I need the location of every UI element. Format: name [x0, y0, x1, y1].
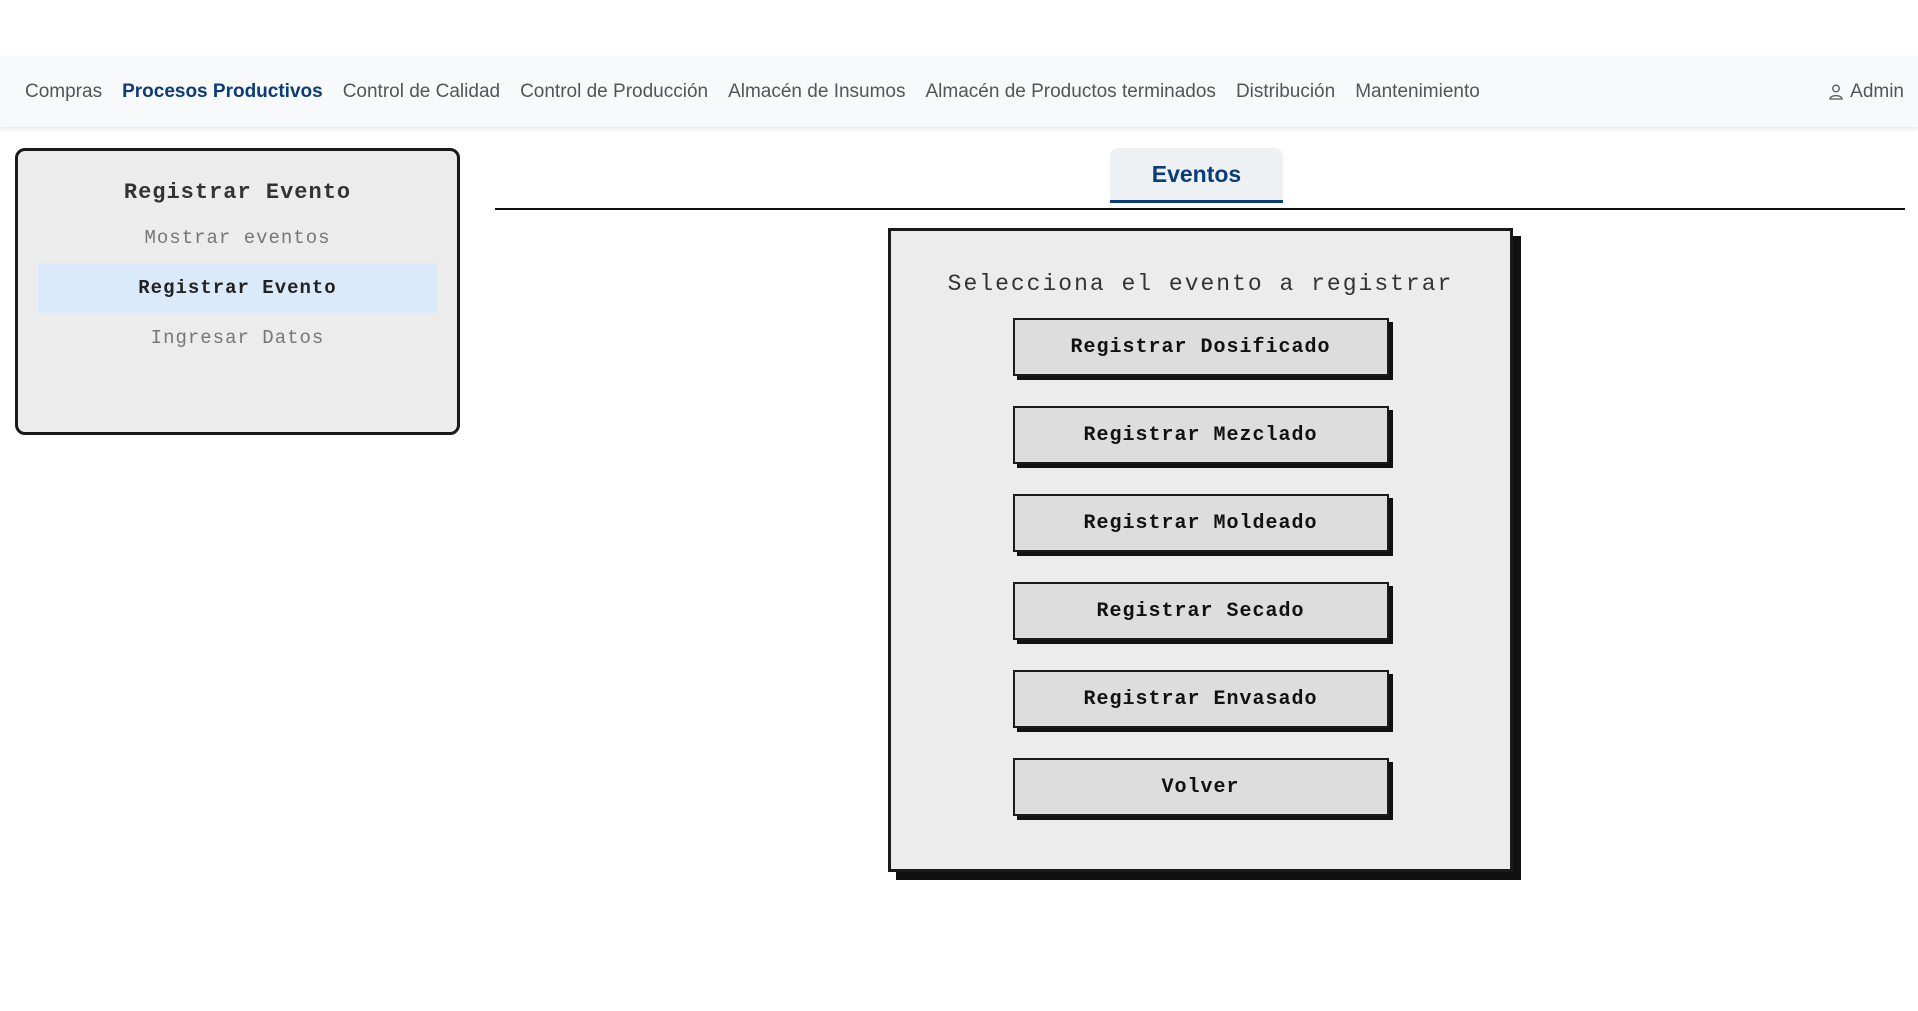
nav-item-mantenimiento[interactable]: Mantenimiento [1355, 81, 1480, 103]
nav-item-compras[interactable]: Compras [25, 81, 102, 103]
sidebar-item-ingresar-datos[interactable]: Ingresar Datos [38, 313, 437, 363]
user-name: Admin [1850, 80, 1904, 102]
nav-item-almacen-productos-terminados[interactable]: Almacén de Productos terminados [926, 81, 1216, 103]
registrar-secado-button[interactable]: Registrar Secado [1012, 582, 1389, 640]
volver-button[interactable]: Volver [1012, 758, 1389, 816]
sidebar: Registrar Evento Mostrar eventos Registr… [15, 148, 460, 435]
user-icon [1829, 84, 1843, 100]
registrar-moldeado-button[interactable]: Registrar Moldeado [1012, 494, 1389, 552]
nav-item-procesos-productivos[interactable]: Procesos Productivos [122, 81, 323, 103]
panel-title: Selecciona el evento a registrar [947, 271, 1454, 297]
nav-item-control-calidad[interactable]: Control de Calidad [343, 81, 500, 103]
sidebar-title: Registrar Evento [123, 180, 352, 205]
nav-item-distribucion[interactable]: Distribución [1236, 81, 1335, 103]
event-selection-panel: Selecciona el evento a registrar Registr… [888, 228, 1513, 872]
top-navbar: Compras Procesos Productivos Control de … [0, 56, 1918, 127]
user-menu[interactable]: Admin [1829, 56, 1904, 127]
registrar-envasado-button[interactable]: Registrar Envasado [1012, 670, 1389, 728]
event-button-list: Registrar Dosificado Registrar Mezclado … [891, 318, 1510, 846]
sidebar-item-registrar-evento[interactable]: Registrar Evento [38, 263, 437, 313]
registrar-dosificado-button[interactable]: Registrar Dosificado [1012, 318, 1389, 376]
tab-bar: Eventos [495, 148, 1905, 210]
registrar-mezclado-button[interactable]: Registrar Mezclado [1012, 406, 1389, 464]
sidebar-item-mostrar-eventos[interactable]: Mostrar eventos [38, 213, 437, 263]
nav-item-control-produccion[interactable]: Control de Producción [520, 81, 708, 103]
nav-menu: Compras Procesos Productivos Control de … [0, 81, 1500, 103]
nav-item-almacen-insumos[interactable]: Almacén de Insumos [728, 81, 905, 103]
tab-eventos[interactable]: Eventos [1110, 148, 1283, 203]
